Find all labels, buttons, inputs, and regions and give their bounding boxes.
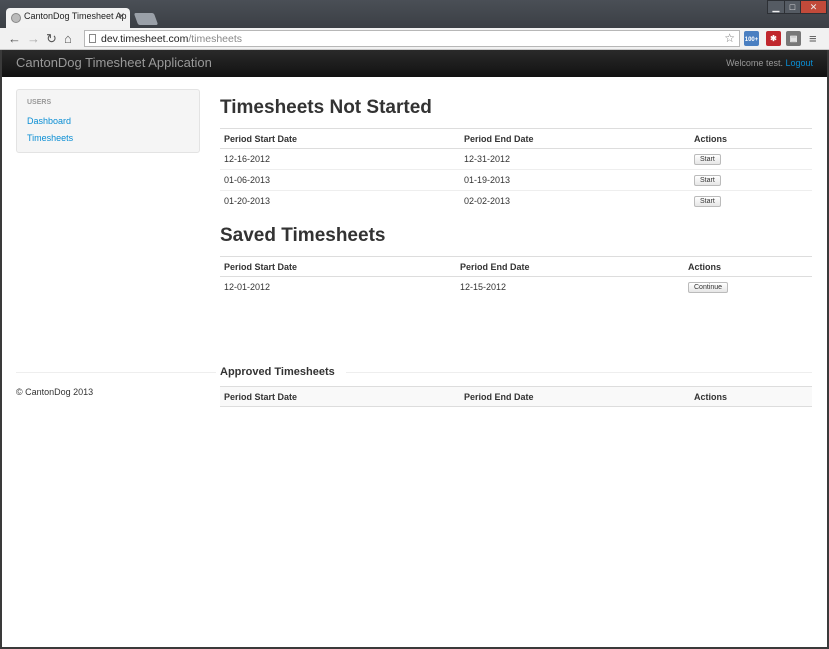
browser-toolbar: ← → ↻ ⌂ dev.timesheet.com/timesheets ☆ 1… <box>0 28 829 50</box>
logout-link[interactable]: Logout <box>785 58 813 68</box>
table-row: 12-01-2012 12-15-2012 Continue <box>220 277 812 298</box>
table-row: 01-06-2013 01-19-2013 Start <box>220 169 812 191</box>
home-icon[interactable]: ⌂ <box>64 32 72 45</box>
start-date-cell: 01-06-2013 <box>220 169 460 191</box>
approved-title: Approved Timesheets <box>220 366 335 378</box>
reload-icon[interactable]: ↻ <box>46 32 57 45</box>
page-icon <box>89 34 96 43</box>
extension-red-icon[interactable]: ✱ <box>766 31 781 46</box>
new-tab-button[interactable] <box>133 13 159 25</box>
continue-button[interactable]: Continue <box>688 282 729 293</box>
approved-table: Period Start Date Period End Date Action… <box>220 386 812 407</box>
extension-badge-icon[interactable]: 100+ <box>744 31 759 46</box>
column-header: Period End Date <box>460 386 690 407</box>
table-row: 01-20-2013 02-02-2013 Start <box>220 191 812 212</box>
column-header: Actions <box>684 256 812 277</box>
back-icon[interactable]: ← <box>8 32 21 45</box>
start-button[interactable]: Start <box>694 196 721 207</box>
forward-icon[interactable]: → <box>27 32 40 45</box>
footer-copyright: © CantonDog 2013 <box>16 387 94 397</box>
url-host: dev.timesheet.com <box>101 33 189 45</box>
extension-gray-icon[interactable]: ▤ <box>786 31 801 46</box>
column-header: Actions <box>690 128 812 149</box>
table-row: 12-16-2012 12-31-2012 Start <box>220 148 812 170</box>
welcome-area: Welcome test. Logout <box>726 58 813 68</box>
not-started-title: Timesheets Not Started <box>220 97 432 118</box>
close-tab-icon[interactable]: ✕ <box>117 11 125 22</box>
bookmark-star-icon[interactable]: ☆ <box>724 31 735 45</box>
app-brand[interactable]: CantonDog Timesheet Application <box>16 55 212 70</box>
web-page: CantonDog Timesheet Application Welcome … <box>2 50 827 647</box>
start-date-cell: 12-16-2012 <box>220 148 460 170</box>
column-header: Period End Date <box>460 128 690 149</box>
welcome-text: Welcome test. <box>726 58 783 68</box>
start-button[interactable]: Start <box>694 154 721 165</box>
url-path: /timesheets <box>188 33 243 45</box>
window-close-button[interactable]: ✕ <box>800 0 827 14</box>
tab-title: CantonDog Timesheet Ap <box>24 11 127 21</box>
app-navbar: CantonDog Timesheet Application Welcome … <box>2 50 827 77</box>
column-header: Period End Date <box>456 256 684 277</box>
start-date-cell: 01-20-2013 <box>224 196 271 206</box>
sidebar-item-timesheets[interactable]: Timesheets <box>27 133 73 143</box>
start-date-cell: 12-01-2012 <box>224 282 271 292</box>
maximize-button[interactable]: □ <box>784 0 801 14</box>
address-bar[interactable]: dev.timesheet.com/timesheets ☆ <box>84 30 740 47</box>
menu-icon[interactable]: ≡ <box>809 32 817 45</box>
column-header: Period Start Date <box>220 386 460 407</box>
column-header: Period Start Date <box>220 128 460 149</box>
footer-divider <box>16 372 216 373</box>
end-date-cell: 01-19-2013 <box>460 169 690 191</box>
sidebar-header: USERS <box>27 99 52 106</box>
minimize-button[interactable]: ▁ <box>767 0 785 14</box>
column-header: Period Start Date <box>220 256 456 277</box>
saved-title: Saved Timesheets <box>220 225 386 246</box>
browser-titlebar: CantonDog Timesheet Ap ✕ ▁ □ ✕ <box>0 0 829 28</box>
not-started-table: Period Start Date Period End Date Action… <box>220 128 812 211</box>
footer-divider <box>346 372 812 373</box>
column-header: Actions <box>690 386 812 407</box>
end-date-cell: 12-15-2012 <box>460 282 507 292</box>
end-date-cell: 12-31-2012 <box>460 148 690 170</box>
saved-table: Period Start Date Period End Date Action… <box>220 256 812 297</box>
end-date-cell: 02-02-2013 <box>464 196 511 206</box>
sidebar: USERS Dashboard Timesheets <box>16 89 200 153</box>
browser-tab[interactable]: CantonDog Timesheet Ap ✕ <box>6 8 130 28</box>
start-button[interactable]: Start <box>694 175 721 186</box>
sidebar-item-dashboard[interactable]: Dashboard <box>27 116 71 126</box>
favicon-icon <box>11 13 21 23</box>
